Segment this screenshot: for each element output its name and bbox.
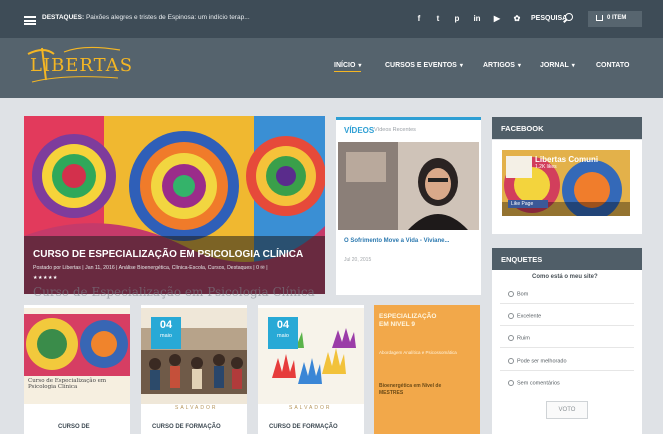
poll-option-radio[interactable]: Sem comentários: [508, 380, 560, 386]
destaques-ticker[interactable]: DESTAQUES: Paixões alegres e tristes de …: [42, 14, 250, 21]
nav-label: JORNAL: [540, 62, 569, 69]
divider: [500, 347, 634, 348]
vote-button[interactable]: VOTO: [546, 401, 588, 419]
hero-ghost-text: Curso de Especialização em Psicologia Cl…: [33, 285, 315, 299]
date-month: maio: [277, 333, 289, 339]
rating-stars: ★★★★★: [33, 275, 58, 281]
nav-label: INÍCIO: [334, 62, 356, 69]
hero-title[interactable]: CURSO DE ESPECIALIZAÇÃO EM PSICOLOGIA CL…: [33, 249, 303, 260]
divider: [500, 303, 634, 304]
cart-label: 0 ITEM: [607, 15, 627, 21]
linkedin-icon[interactable]: in: [470, 11, 484, 25]
search-label[interactable]: PESQUISA: [531, 15, 567, 22]
facebook-likes: 1.2K likes: [535, 164, 557, 170]
divider: [500, 370, 634, 371]
promo-heading: ESPECIALIZAÇÃO EM NIVEL 9: [379, 313, 437, 328]
video-thumbnail[interactable]: [338, 142, 479, 230]
facebook-title: FACEBOOK: [501, 124, 544, 133]
youtube-icon[interactable]: ▶: [490, 11, 504, 25]
video-title-link[interactable]: O Sofrimento Move a Vida - Viviane...: [344, 237, 474, 245]
nav-item-inicio[interactable]: INÍCIO ▾: [334, 62, 362, 72]
poll-title: ENQUETES: [501, 255, 543, 264]
nav-item-contato[interactable]: CONTATO: [596, 62, 629, 69]
facebook-page-name[interactable]: Libertas Comuni: [535, 155, 598, 164]
date-month: maio: [160, 333, 172, 339]
nav-label: CONTATO: [596, 62, 630, 69]
poll-option-radio[interactable]: Ruim: [508, 335, 530, 341]
logo-text[interactable]: LIBERTAS: [30, 55, 133, 76]
cart-icon: [596, 15, 603, 21]
videos-title: VÍDEOS: [344, 126, 375, 135]
flickr-icon[interactable]: ✿: [510, 11, 524, 25]
course-card-title[interactable]: CURSO DE FORMAÇÃO: [152, 424, 221, 430]
facebook-icon[interactable]: f: [412, 11, 426, 25]
facebook-like-button[interactable]: Like Page: [508, 200, 548, 208]
date-day: 04: [276, 319, 290, 331]
date-day: 04: [159, 319, 173, 331]
videos-subtitle: Vídeos Recentes: [374, 127, 416, 133]
cart-button[interactable]: 0 ITEM: [588, 11, 642, 27]
poll-option-radio[interactable]: Bom: [508, 291, 528, 297]
city-label: SALVADOR: [175, 405, 218, 411]
course-card-title[interactable]: CURSO DE FORMAÇÃO: [269, 424, 338, 430]
promo-text: Abordagem Analítica e Psicossomática: [379, 350, 457, 355]
course-card-title[interactable]: CURSO DE: [58, 424, 90, 430]
nav-item-artigos[interactable]: ARTIGOS ▾: [483, 62, 521, 69]
nav-label: CURSOS E EVENTOS: [385, 62, 457, 69]
nav-label: ARTIGOS: [483, 62, 515, 69]
poll-option-radio[interactable]: Pode ser melhorado: [508, 358, 567, 364]
destaques-label: DESTAQUES:: [42, 14, 85, 21]
promo-text-secondary: Bioenergética em Nível de MESTRES: [379, 383, 442, 396]
hero-meta: Postado por Libertas | Jan 11, 2016 | An…: [33, 265, 268, 271]
poll-question: Como está o meu site?: [532, 274, 598, 280]
pinterest-icon[interactable]: p: [450, 11, 464, 25]
chevron-down-icon: ▾: [517, 63, 521, 69]
date-badge: 04 maio: [151, 317, 181, 349]
divider: [500, 325, 634, 326]
chevron-down-icon: ▾: [571, 63, 575, 69]
video-date: Jul 20, 2015: [344, 257, 372, 263]
nav-item-jornal[interactable]: JORNAL ▾: [540, 62, 575, 69]
chevron-down-icon: ▾: [459, 63, 463, 69]
chevron-down-icon: ▾: [358, 63, 362, 69]
search-icon[interactable]: [565, 13, 573, 21]
menu-icon[interactable]: [24, 16, 36, 25]
date-badge: 04 maio: [268, 317, 298, 349]
poll-option-radio[interactable]: Excelente: [508, 313, 541, 319]
nav-item-cursos-e-eventos[interactable]: CURSOS E EVENTOS ▾: [385, 62, 463, 69]
course-card-caption: Curso de Especialização em Psicologia Cl…: [28, 378, 107, 390]
city-label: SALVADOR: [289, 405, 332, 411]
destaques-text[interactable]: Paixões alegres e tristes de Espinosa: u…: [86, 14, 250, 21]
twitter-icon[interactable]: t: [431, 11, 445, 25]
